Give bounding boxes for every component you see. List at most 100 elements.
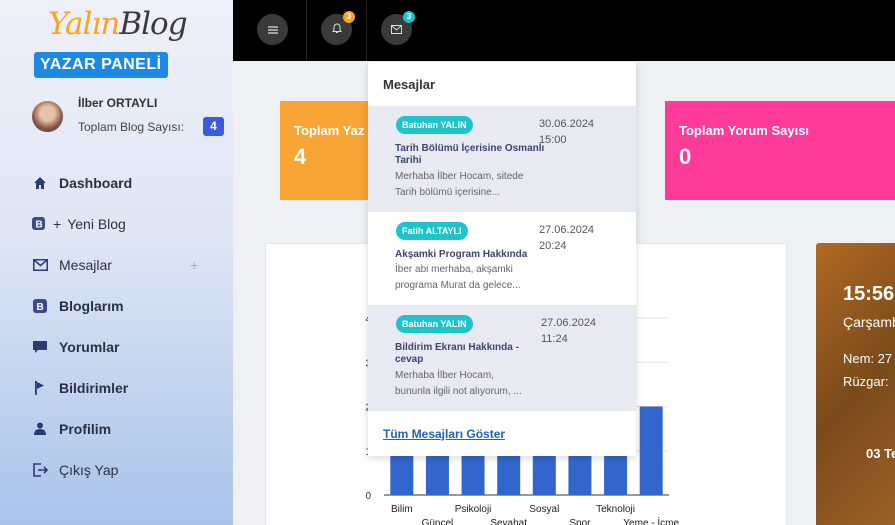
message-sender-badge: Batuhan YALIN [396, 315, 473, 333]
weather-day: Çarşamb [843, 314, 895, 330]
message-preview: Merhaba İlber Hocam, sitede Tarih bölümü… [395, 169, 545, 201]
chart-bar [604, 450, 628, 495]
logo-part-yalin: Yalın [48, 6, 120, 42]
y-tick-label: 0 [365, 491, 371, 502]
nav-item-comments[interactable]: Yorumlar [32, 326, 212, 367]
chart-bar [390, 450, 414, 495]
message-date: 27.06.2024 11:24 [541, 315, 611, 347]
nav-label: Yeni Blog [67, 215, 126, 232]
message-date: 30.06.2024 15:00 [539, 116, 609, 148]
message-subject: Tarih Bölümü İçerisine Osmanlı Tarihi [395, 143, 545, 166]
message-subject: Akşamki Program Hakkında [395, 249, 528, 260]
x-tick-label: Teknoloji [596, 504, 635, 515]
message-item[interactable]: Batuhan YALIN 30.06.2024 15:00 Tarih Böl… [368, 106, 636, 212]
message-date-time: 15:00 [539, 134, 567, 146]
weather-humidity: Nem: 27 [843, 351, 893, 366]
chart-bar [568, 450, 592, 495]
nav-item-dashboard[interactable]: Dashboard [32, 162, 212, 203]
message-preview-line: bununla ilgili not alıyorum, ... [395, 386, 522, 397]
message-sender-badge: Batuhan YALIN [396, 116, 473, 134]
flag-icon [32, 380, 48, 396]
svg-text:B: B [36, 219, 43, 230]
message-date-time: 20:24 [539, 240, 567, 252]
message-subject: Bildirim Ekranı Hakkında - cevap [395, 342, 519, 365]
x-tick-label: Sosyal [529, 504, 559, 515]
message-date-day: 27.06.2024 [541, 317, 597, 329]
messages-button[interactable]: 3 [381, 11, 415, 45]
x-tick-label: Güncel [422, 518, 454, 525]
nav-label: Bildirimler [59, 379, 129, 396]
messages-dropdown: Mesajlar Batuhan YALIN 30.06.2024 15:00 … [368, 62, 636, 456]
chart-bar [461, 450, 485, 495]
blog-count-label: Toplam Blog Sayısı: [78, 120, 185, 134]
envelope-icon [391, 21, 402, 39]
x-tick-label: Seyahat [490, 518, 527, 525]
stat-card-title: Toplam Yorum Sayısı [679, 123, 810, 138]
logout-icon [32, 462, 48, 478]
sidebar-nav: Dashboard B + Yeni Blog Mesajlar + B Blo… [32, 162, 212, 490]
message-preview-line: programa Murat da gelece... [395, 280, 521, 291]
nav-label: Yorumlar [59, 338, 120, 355]
stat-card-comments: Toplam Yorum Sayısı 0 [665, 101, 895, 200]
weather-time: 15:56 [843, 283, 895, 305]
mail-icon [32, 257, 48, 273]
message-preview: Merhaba İlber Hocam, bununla ilgili not … [395, 368, 545, 400]
message-item[interactable]: Batuhan YALIN 27.06.2024 11:24 Bildirim … [368, 305, 636, 411]
blogger-icon: B [32, 298, 48, 314]
message-sender-badge: Fatih ALTAYLI [396, 222, 468, 240]
message-count-badge: 3 [403, 11, 415, 23]
stat-card-title: Toplam Yaz [294, 123, 365, 138]
user-icon [32, 421, 48, 437]
show-all-messages-link[interactable]: Tüm Mesajları Göster [383, 427, 505, 441]
user-name: İlber ORTAYLI [78, 96, 158, 110]
chart-bar [497, 450, 521, 495]
message-preview-line: Tarih bölümü içerisine... [395, 187, 501, 198]
nav-label: Bloglarım [59, 297, 124, 314]
topbar-divider [306, 0, 307, 61]
comment-icon [32, 339, 48, 355]
nav-item-logout[interactable]: Çıkış Yap [32, 449, 212, 490]
x-tick-label: Spor [569, 518, 591, 525]
message-preview: İber abi merhaba, akşamki programa Murat… [395, 262, 545, 294]
svg-text:B: B [37, 302, 44, 313]
message-preview-line: Merhaba İlber Hocam, sitede [395, 171, 524, 182]
notification-count-badge: 3 [343, 11, 355, 23]
logo-part-blog: Blog [119, 6, 187, 42]
notifications-button[interactable]: 3 [321, 11, 355, 45]
message-date-day: 27.06.2024 [539, 224, 595, 236]
nav-label: Profilim [59, 420, 112, 437]
message-date-time: 11:24 [541, 333, 568, 345]
nav-item-notifications[interactable]: Bildirimler [32, 367, 212, 408]
expand-plus-icon[interactable]: + [190, 257, 198, 273]
nav-label: Çıkış Yap [59, 461, 119, 478]
nav-label: Dashboard [59, 174, 133, 191]
message-date: 27.06.2024 20:24 [539, 222, 609, 254]
blog-count-badge: 4 [203, 117, 224, 136]
nav-item-profile[interactable]: Profilim [32, 408, 212, 449]
message-date-day: 30.06.2024 [539, 118, 595, 130]
menu-toggle-button[interactable] [257, 14, 288, 45]
message-preview-line: İber abi merhaba, akşamki [395, 264, 513, 275]
nav-item-my-blogs[interactable]: B Bloglarım [32, 285, 212, 326]
new-blog-icon: B [32, 216, 48, 232]
message-item[interactable]: Fatih ALTAYLI 27.06.2024 20:24 Akşamki P… [368, 212, 636, 305]
dropdown-title: Mesajlar [383, 77, 436, 92]
chart-bar [425, 450, 449, 495]
avatar [32, 101, 63, 132]
message-preview-line: Merhaba İlber Hocam, [395, 370, 494, 381]
x-tick-label: Bilim [391, 504, 413, 515]
weather-wind: Rüzgar: [843, 374, 889, 389]
stat-card-value: 0 [679, 144, 692, 169]
x-tick-label: Yeme - İçme [623, 516, 679, 525]
topbar: 3 3 [233, 0, 895, 61]
plus-icon: + [53, 215, 62, 232]
stat-card-blogs: Toplam Yaz 4 [280, 101, 380, 200]
bell-icon [331, 21, 342, 39]
weather-date: 03 Te [866, 446, 895, 461]
nav-item-new-blog[interactable]: B + Yeni Blog [32, 203, 212, 244]
hamburger-icon [267, 21, 278, 39]
logo[interactable]: YalınBlog [48, 6, 188, 42]
nav-item-messages[interactable]: Mesajlar + [32, 244, 212, 285]
x-tick-label: Psikoloji [455, 504, 492, 515]
home-icon [32, 175, 48, 191]
